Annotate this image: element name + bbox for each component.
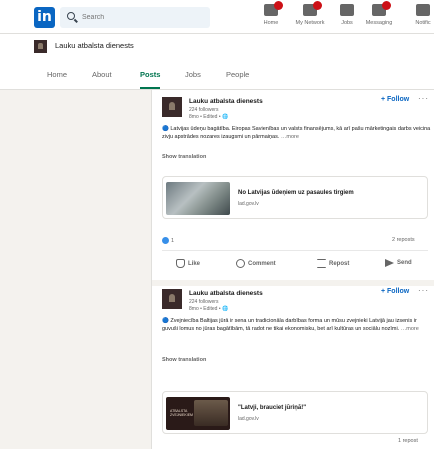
- post-followers: 224 followers: [189, 107, 219, 113]
- tab-about[interactable]: About: [92, 70, 112, 89]
- top-nav: in Home My Network Jobs Messaging Notifi…: [0, 0, 434, 34]
- post-text: 🔵 Zvejniecība Baltijas jūrā ir sena un t…: [162, 318, 419, 332]
- jobs-icon: [340, 4, 354, 16]
- post-card: Lauku atbalsta dienests 224 followers 8m…: [152, 90, 434, 280]
- divider: [162, 250, 428, 251]
- link-thumbnail: ATBALSTA ZVEJNIEKIEM: [166, 397, 230, 430]
- follow-button[interactable]: + Follow: [381, 96, 409, 103]
- home-icon: [264, 1, 283, 16]
- bell-icon: [416, 4, 430, 16]
- more-options-icon[interactable]: ···: [418, 286, 429, 295]
- company-header: Lauku atbalsta dienests Home About Posts…: [0, 34, 434, 90]
- post-card: Lauku atbalsta dienests 224 followers 8m…: [152, 286, 434, 449]
- repost-icon: [317, 259, 326, 268]
- show-translation-link[interactable]: Show translation: [162, 357, 206, 363]
- post-followers: 224 followers: [189, 299, 219, 305]
- send-button[interactable]: Send: [385, 259, 412, 267]
- nav-home[interactable]: Home: [260, 1, 283, 32]
- posts-feed: Lauku atbalsta dienests 224 followers 8m…: [151, 90, 434, 449]
- post-meta: 8mo • Edited • 🌐: [189, 114, 229, 120]
- search-bar[interactable]: [60, 7, 210, 28]
- post-author-logo[interactable]: [162, 97, 182, 117]
- company-name[interactable]: Lauku atbalsta dienests: [55, 41, 134, 50]
- tab-people[interactable]: People: [226, 70, 249, 89]
- post-author-name[interactable]: Lauku atbalsta dienests: [189, 98, 263, 105]
- network-icon: [303, 1, 322, 16]
- show-translation-link[interactable]: Show translation: [162, 154, 206, 160]
- post-author-logo[interactable]: [162, 289, 182, 309]
- comment-button[interactable]: Comment: [236, 259, 276, 268]
- nav-my-network[interactable]: My Network: [293, 1, 327, 32]
- repost-button[interactable]: Repost: [317, 259, 349, 268]
- company-logo[interactable]: [34, 40, 47, 53]
- comment-icon: [236, 259, 245, 268]
- link-thumbnail: [166, 182, 230, 215]
- link-title[interactable]: No Latvijas ūdeņiem uz pasaules tirgiem: [238, 190, 354, 196]
- nav-jobs[interactable]: Jobs: [339, 4, 355, 32]
- see-more-link[interactable]: …more: [401, 326, 419, 332]
- tab-posts[interactable]: Posts: [140, 70, 161, 89]
- post-author-name[interactable]: Lauku atbalsta dienests: [189, 290, 263, 297]
- link-preview-card[interactable]: ATBALSTA ZVEJNIEKIEM "Latvji, brauciet j…: [162, 391, 428, 434]
- link-title[interactable]: "Latvji, brauciet jūriņā!": [238, 405, 306, 411]
- nav-notifications[interactable]: Notific: [412, 4, 434, 32]
- like-reaction-icon: [162, 237, 169, 244]
- thumbs-up-icon: [176, 259, 185, 268]
- tab-home[interactable]: Home: [47, 70, 67, 89]
- nav-messaging[interactable]: Messaging: [365, 1, 393, 32]
- link-domain: lad.gov.lv: [238, 416, 259, 422]
- notification-badge: [313, 1, 322, 10]
- linkedin-logo-icon[interactable]: in: [34, 7, 55, 28]
- notification-badge: [382, 1, 391, 10]
- tab-jobs[interactable]: Jobs: [185, 70, 201, 89]
- see-more-link[interactable]: …more: [281, 134, 299, 140]
- notification-badge: [274, 1, 283, 10]
- thumbnail-photo: [194, 400, 228, 426]
- post-text: 🔵 Latvijas ūdeņu bagātība. Eiropas Savie…: [162, 126, 431, 140]
- follow-button[interactable]: + Follow: [381, 288, 409, 295]
- thumbnail-caption: ATBALSTA ZVEJNIEKIEM: [170, 409, 193, 417]
- more-options-icon[interactable]: ···: [418, 94, 429, 103]
- messaging-icon: [372, 1, 391, 16]
- company-tabs: Home About Posts Jobs People: [0, 67, 434, 89]
- send-icon: [385, 259, 394, 267]
- reposts-count[interactable]: 1 repost: [398, 438, 418, 444]
- reactions-count[interactable]: 1: [162, 237, 174, 244]
- link-domain: lad.gov.lv: [238, 201, 259, 207]
- search-input[interactable]: [82, 9, 202, 26]
- search-icon: [67, 12, 75, 20]
- link-preview-card[interactable]: No Latvijas ūdeņiem uz pasaules tirgiem …: [162, 176, 428, 219]
- reposts-count[interactable]: 2 reposts: [392, 237, 415, 243]
- post-meta: 8mo • Edited • 🌐: [189, 306, 229, 312]
- like-button[interactable]: Like: [176, 259, 200, 268]
